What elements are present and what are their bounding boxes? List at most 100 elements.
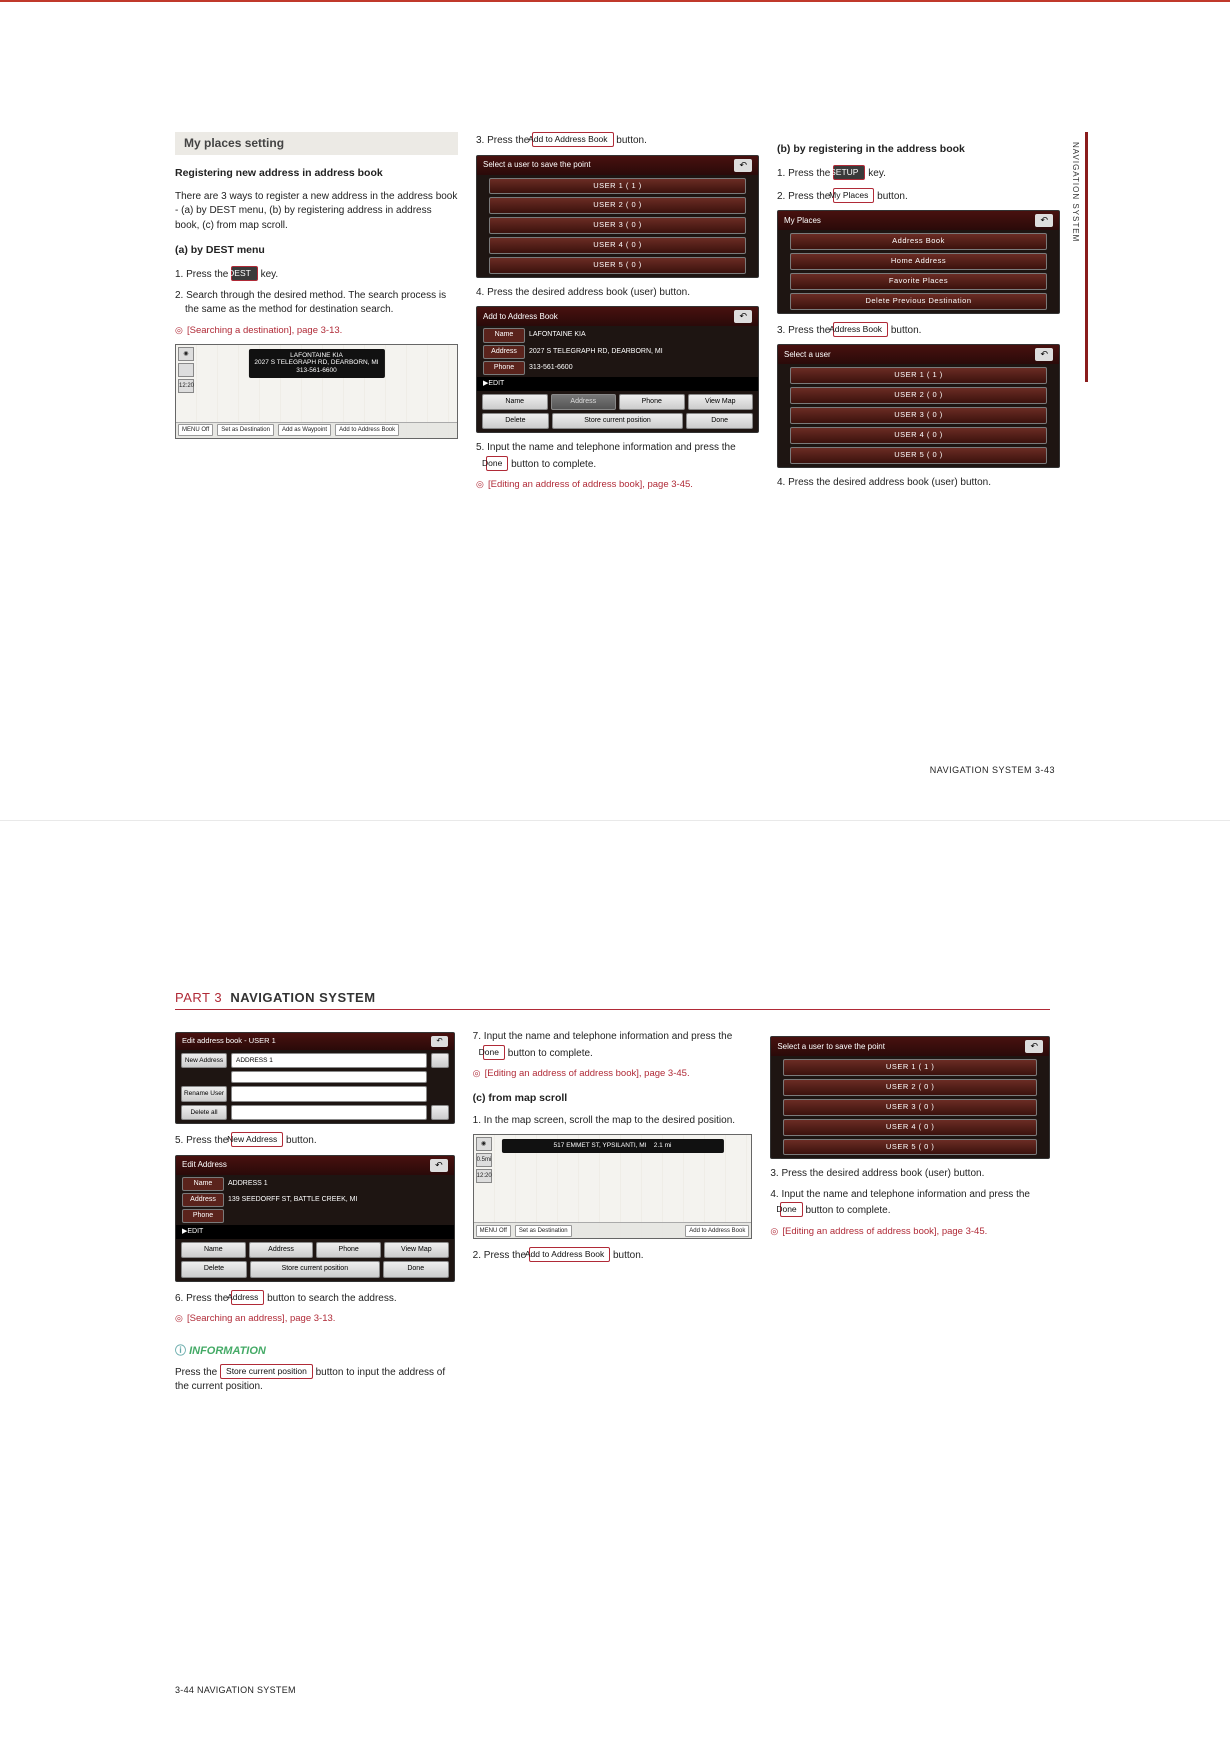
key-done[interactable]: Done xyxy=(483,1045,505,1060)
key-addressbook[interactable]: Address Book xyxy=(833,322,888,337)
key-add-addressbook[interactable]: Add to Address Book xyxy=(529,1247,610,1262)
scroll-down-icon[interactable] xyxy=(431,1105,449,1120)
user-row[interactable]: USER 4 ( 0 ) xyxy=(489,237,746,254)
user-row[interactable]: USER 2 ( 0 ) xyxy=(790,387,1047,404)
subhead-a: (a) by DEST menu xyxy=(175,243,458,258)
step-a2: 2. Search through the desired method. Th… xyxy=(175,289,458,318)
user-row[interactable]: USER 5 ( 0 ) xyxy=(790,447,1047,464)
key-address[interactable]: Address xyxy=(231,1290,264,1305)
btn-phone[interactable]: Phone xyxy=(619,394,685,410)
btn-delete[interactable]: Delete xyxy=(181,1261,247,1277)
btn-store[interactable]: Store current position xyxy=(250,1261,380,1277)
step-c3: 3. Press the desired address book (user)… xyxy=(770,1167,1050,1182)
mp-item[interactable]: Favorite Places xyxy=(790,273,1047,290)
key-setup[interactable]: SETUP xyxy=(833,165,865,180)
section-title: My places setting xyxy=(175,132,458,155)
btn-store[interactable]: Store current position xyxy=(552,413,684,429)
step-c2: 2. Press the Add to Address Book button. xyxy=(473,1247,753,1264)
key-store-current[interactable]: Store current position xyxy=(220,1364,313,1379)
key-done[interactable]: Done xyxy=(780,1202,802,1217)
btn-delete-all[interactable]: Delete all xyxy=(181,1105,227,1120)
back-icon[interactable]: ↶ xyxy=(1035,214,1053,227)
scale-icon xyxy=(178,363,194,377)
btn-address[interactable]: Address xyxy=(249,1242,314,1258)
back-icon[interactable]: ↶ xyxy=(1025,1040,1043,1053)
user-row[interactable]: USER 3 ( 0 ) xyxy=(790,407,1047,424)
back-icon[interactable]: ↶ xyxy=(1035,348,1053,361)
user-row[interactable]: USER 5 ( 0 ) xyxy=(489,257,746,274)
map-btn-menu[interactable]: MENU Off xyxy=(476,1225,511,1238)
key-new-address[interactable]: New Address xyxy=(231,1132,283,1147)
key-dest[interactable]: DEST xyxy=(231,266,258,281)
xref-search-address: [Searching an address], page 3-13. xyxy=(175,1312,455,1326)
map-screenshot: ◉12:20 LAFONTAINE KIA 2027 S TELEGRAPH R… xyxy=(175,344,458,439)
step-a1: 1. Press the DEST key. xyxy=(175,266,458,283)
map-btn-setdest[interactable]: Set as Destination xyxy=(515,1225,572,1238)
btn-viewmap[interactable]: View Map xyxy=(384,1242,449,1258)
mp-item[interactable]: Home Address xyxy=(790,253,1047,270)
part-heading: PART 3 NAVIGATION SYSTEM xyxy=(175,990,1050,1005)
back-icon[interactable]: ↶ xyxy=(431,1036,447,1047)
btn-done[interactable]: Done xyxy=(686,413,753,429)
btn-done[interactable]: Done xyxy=(383,1261,449,1277)
map-btn-addbook[interactable]: Add to Address Book xyxy=(685,1225,749,1238)
btn-name[interactable]: Name xyxy=(181,1242,246,1258)
map-btn-addbook[interactable]: Add to Address Book xyxy=(335,424,399,437)
device-edit-address: Edit Address↶ NameADDRESS 1 Address139 S… xyxy=(175,1155,455,1282)
user-row[interactable]: USER 1 ( 1 ) xyxy=(783,1059,1037,1076)
btn-name[interactable]: Name xyxy=(482,394,548,410)
key-add-addressbook[interactable]: Add to Address Book xyxy=(532,132,613,147)
step-3: 3. Press the Add to Address Book button. xyxy=(476,132,759,149)
step-c1: 1. In the map screen, scroll the map to … xyxy=(473,1114,753,1129)
step-6: 6. Press the Address button to search th… xyxy=(175,1290,455,1307)
map-btn-waypoint[interactable]: Add as Waypoint xyxy=(278,424,331,437)
btn-address[interactable]: Address xyxy=(551,394,617,410)
map-bubble: LAFONTAINE KIA 2027 S TELEGRAPH RD, DEAR… xyxy=(248,349,384,378)
map-btn-menu[interactable]: MENU Off xyxy=(178,424,213,437)
col-2: 3. Press the Add to Address Book button.… xyxy=(476,132,759,496)
map-bubble: 517 EMMET ST, YPSILANTI, MI 2.1 mi xyxy=(501,1139,723,1153)
scroll-up-icon[interactable] xyxy=(431,1053,449,1068)
back-icon[interactable]: ↶ xyxy=(734,159,752,172)
user-row[interactable]: USER 3 ( 0 ) xyxy=(489,217,746,234)
key-done[interactable]: Done xyxy=(486,456,508,471)
user-row[interactable]: USER 3 ( 0 ) xyxy=(783,1099,1037,1116)
user-row[interactable]: USER 4 ( 0 ) xyxy=(783,1119,1037,1136)
xref-edit-address: [Editing an address of address book], pa… xyxy=(473,1067,753,1081)
back-icon[interactable]: ↶ xyxy=(430,1159,448,1172)
col-3: (b) by registering in the address book 1… xyxy=(777,132,1060,496)
back-icon[interactable]: ↶ xyxy=(734,310,752,323)
time-icon: 12:20 xyxy=(178,379,194,393)
key-myplaces[interactable]: My Places xyxy=(833,188,874,203)
device-select-user-b: Select a user↶ USER 1 ( 1 ) USER 2 ( 0 )… xyxy=(777,344,1060,467)
mp-item[interactable]: Address Book xyxy=(790,233,1047,250)
map-bottom-buttons: MENU Off Set as Destination Add as Waypo… xyxy=(176,422,457,438)
device-myplaces: My Places↶ Address Book Home Address Fav… xyxy=(777,210,1060,314)
btn-rename-user[interactable]: Rename User xyxy=(181,1086,227,1101)
step-b2: 2. Press the My Places button. xyxy=(777,188,1060,205)
user-row[interactable]: USER 1 ( 1 ) xyxy=(489,178,746,195)
device-add-addressbook: Add to Address Book↶ NameLAFONTAINE KIA … xyxy=(476,306,759,433)
user-row[interactable]: USER 2 ( 0 ) xyxy=(783,1079,1037,1096)
user-row[interactable]: USER 1 ( 1 ) xyxy=(790,367,1047,384)
subhead-register: Registering new address in address book xyxy=(175,166,458,181)
device-select-user-c: Select a user to save the point↶ USER 1 … xyxy=(770,1036,1050,1159)
user-row[interactable]: USER 4 ( 0 ) xyxy=(790,427,1047,444)
intro-text: There are 3 ways to register a new addre… xyxy=(175,190,458,234)
btn-new-address[interactable]: New Address xyxy=(181,1053,227,1068)
side-tab: NAVIGATION SYSTEM xyxy=(1071,132,1088,382)
btn-phone[interactable]: Phone xyxy=(316,1242,381,1258)
btn-viewmap[interactable]: View Map xyxy=(688,394,754,410)
user-row[interactable]: USER 2 ( 0 ) xyxy=(489,197,746,214)
subhead-c: (c) from map scroll xyxy=(473,1091,753,1106)
xref-edit-address: [Editing an address of address book], pa… xyxy=(476,478,759,492)
step-7: 7. Input the name and telephone informat… xyxy=(473,1030,753,1061)
step-4: 4. Press the desired address book (user)… xyxy=(476,286,759,301)
device-select-user: Select a user to save the point↶ USER 1 … xyxy=(476,155,759,278)
mp-item[interactable]: Delete Previous Destination xyxy=(790,293,1047,310)
user-row[interactable]: USER 5 ( 0 ) xyxy=(783,1139,1037,1156)
page-footer: NAVIGATION SYSTEM 3-43 xyxy=(930,765,1055,775)
btn-delete[interactable]: Delete xyxy=(482,413,549,429)
information-heading: INFORMATION xyxy=(175,1344,455,1360)
map-btn-setdest[interactable]: Set as Destination xyxy=(217,424,274,437)
